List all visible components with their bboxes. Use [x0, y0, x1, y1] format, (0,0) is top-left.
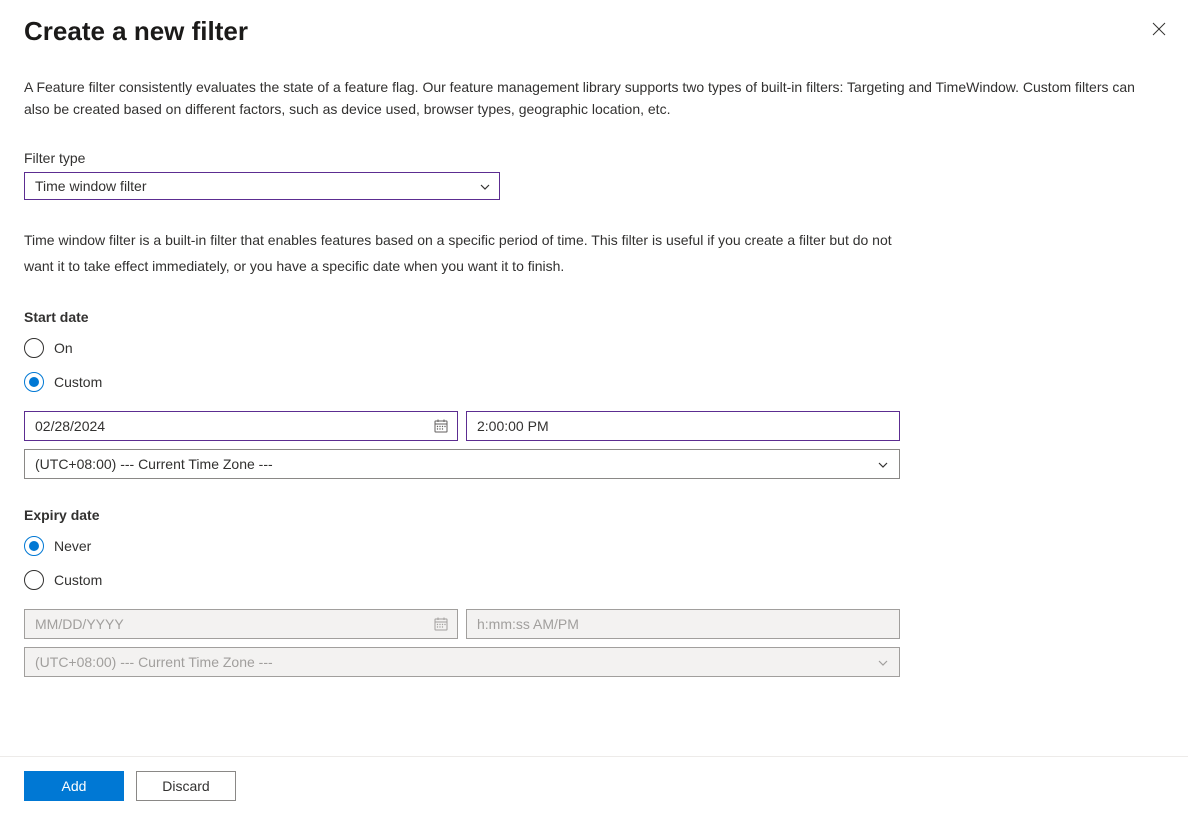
start-date-value: 02/28/2024 [35, 418, 105, 434]
expiry-date-label: Expiry date [24, 507, 1164, 523]
start-timezone-value: (UTC+08:00) --- Current Time Zone --- [35, 456, 273, 472]
start-time-value: 2:00:00 PM [477, 418, 549, 434]
start-date-inputs: 02/28/2024 2:00:00 PM [24, 411, 1164, 441]
calendar-icon [433, 418, 449, 434]
start-date-custom-radio[interactable]: Custom [24, 371, 1164, 393]
radio-label: Never [54, 538, 91, 554]
start-date-label: Start date [24, 309, 1164, 325]
start-timezone-select[interactable]: (UTC+08:00) --- Current Time Zone --- [24, 449, 900, 479]
radio-label: Custom [54, 374, 102, 390]
radio-label: On [54, 340, 73, 356]
expiry-date-placeholder: MM/DD/YYYY [35, 616, 124, 632]
start-date-input[interactable]: 02/28/2024 [24, 411, 458, 441]
filter-type-label: Filter type [24, 150, 1164, 166]
radio-icon [24, 338, 44, 358]
expiry-time-placeholder: h:mm:ss AM/PM [477, 616, 579, 632]
expiry-timezone-select: (UTC+08:00) --- Current Time Zone --- [24, 647, 900, 677]
filter-description: A Feature filter consistently evaluates … [24, 77, 1164, 120]
expiry-time-input: h:mm:ss AM/PM [466, 609, 900, 639]
add-button[interactable]: Add [24, 771, 124, 801]
expiry-custom-radio[interactable]: Custom [24, 569, 1164, 591]
expiry-date-inputs: MM/DD/YYYY h:mm:ss AM/PM [24, 609, 1164, 639]
close-icon [1152, 22, 1166, 36]
chevron-down-icon [479, 180, 491, 192]
radio-icon-selected [24, 372, 44, 392]
panel-title: Create a new filter [24, 16, 248, 47]
discard-button[interactable]: Discard [136, 771, 236, 801]
close-button[interactable] [1152, 22, 1168, 38]
panel-header: Create a new filter [24, 16, 1164, 47]
radio-icon [24, 570, 44, 590]
filter-type-value: Time window filter [35, 178, 147, 194]
expiry-date-input: MM/DD/YYYY [24, 609, 458, 639]
start-date-radio-group: On Custom [24, 337, 1164, 393]
radio-label: Custom [54, 572, 102, 588]
chevron-down-icon [877, 656, 889, 668]
start-date-on-radio[interactable]: On [24, 337, 1164, 359]
start-time-input[interactable]: 2:00:00 PM [466, 411, 900, 441]
filter-type-select[interactable]: Time window filter [24, 172, 500, 200]
chevron-down-icon [877, 458, 889, 470]
calendar-icon [433, 616, 449, 632]
radio-icon-selected [24, 536, 44, 556]
expiry-never-radio[interactable]: Never [24, 535, 1164, 557]
expiry-timezone-value: (UTC+08:00) --- Current Time Zone --- [35, 654, 273, 670]
expiry-date-radio-group: Never Custom [24, 535, 1164, 591]
filter-help-text: Time window filter is a built-in filter … [24, 228, 894, 278]
panel-footer: Add Discard [0, 756, 1188, 815]
